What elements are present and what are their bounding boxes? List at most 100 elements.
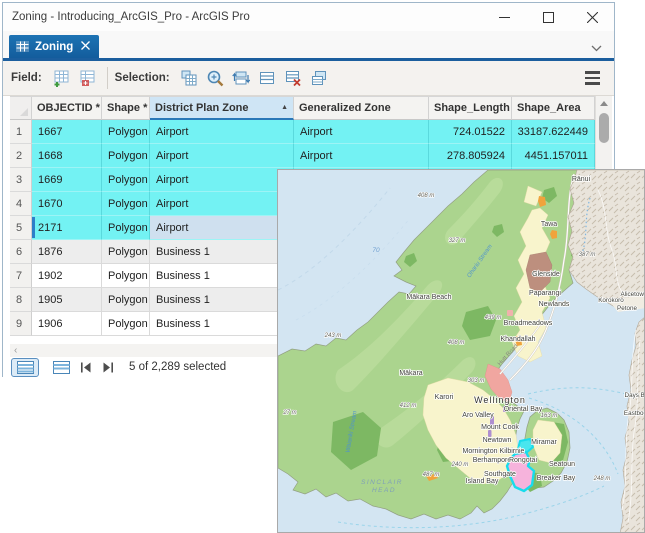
scrollbar-thumb[interactable] [599,113,609,143]
select-all-icon[interactable] [256,67,278,89]
objectid-cell[interactable]: 1876 [32,240,102,264]
district-plan-zone-cell[interactable]: Business 1 [150,264,294,288]
shape-area-cell[interactable]: 4451.157011 [512,144,595,168]
shape-cell[interactable]: Polygon [102,264,150,288]
objectid-cell[interactable]: 1906 [32,312,102,336]
map-label: Kilbirnie [500,448,525,455]
shape-cell[interactable]: Polygon [102,288,150,312]
map-label: 439 m [485,315,502,321]
district-plan-zone-cell[interactable]: Business 1 [150,240,294,264]
map-label: 163 m [541,413,558,419]
selection-group-label: Selection: [115,72,170,84]
col-header-shape-length[interactable]: Shape_Length [429,97,512,120]
shape-cell[interactable]: Polygon [102,168,150,192]
sort-ascending-icon: ▲ [281,104,288,111]
table-row[interactable]: 11667PolygonAirportAirport724.0152233187… [10,120,595,144]
row-number-cell[interactable]: 6 [10,240,32,264]
row-number-cell[interactable]: 9 [10,312,32,336]
scroll-left-icon[interactable]: ‹ [14,345,17,356]
row-number-cell[interactable]: 5 [10,216,32,240]
map-label: Mornington [462,448,497,455]
chevron-down-icon[interactable] [591,39,602,57]
map-label: 303 m [468,378,485,384]
objectid-cell[interactable]: 1905 [32,288,102,312]
map-view-window[interactable]: RānuiTawaGlensidePaparangiNewlandsMākara… [277,169,645,533]
col-header-district-plan-zone[interactable]: District Plan Zone ▲ [150,97,294,120]
shape-cell[interactable]: Polygon [102,144,150,168]
map-label: Newlands [539,301,570,308]
objectid-cell[interactable]: 1670 [32,192,102,216]
show-selected-records-button[interactable] [47,358,75,377]
map-canvas[interactable]: RānuiTawaGlensidePaparangiNewlandsMākara… [278,170,645,533]
row-number-cell[interactable]: 2 [10,144,32,168]
map-label: Broadmeadows [504,320,553,327]
objectid-cell[interactable]: 1667 [32,120,102,144]
map-label: 27 m [282,410,296,416]
tab-label: Zoning [35,41,73,53]
shape-cell[interactable]: Polygon [102,120,150,144]
district-plan-zone-cell[interactable]: Business 1 [150,288,294,312]
hamburger-menu-icon[interactable] [579,67,606,89]
col-header-shape-area[interactable]: Shape_Area [512,97,595,120]
shape-length-cell[interactable]: 278.805924 [429,144,512,168]
maximize-button[interactable] [526,3,570,31]
scroll-up-icon[interactable] [600,101,608,106]
col-header-generalized-zone[interactable]: Generalized Zone [294,97,429,120]
map-label: Oriental Bay [504,406,543,413]
map-label: Breaker Bay [537,475,576,482]
add-field-icon[interactable] [50,67,72,89]
objectid-cell[interactable]: 1902 [32,264,102,288]
row-number-cell[interactable]: 8 [10,288,32,312]
copy-rows-icon[interactable] [308,67,330,89]
tab-close-icon[interactable] [81,41,90,53]
close-button[interactable] [570,3,614,31]
tab-zoning[interactable]: Zoning [9,35,99,58]
shape-cell[interactable]: Polygon [102,312,150,336]
row-number-cell[interactable]: 1 [10,120,32,144]
show-all-records-button[interactable] [11,358,39,377]
district-plan-zone-cell[interactable]: Airport [150,144,294,168]
titlebar[interactable]: Zoning - Introducing_ArcGIS_Pro - ArcGIS… [3,3,614,31]
shape-area-cell[interactable]: 33187.622449 [512,120,595,144]
row-number-cell[interactable]: 4 [10,192,32,216]
objectid-cell[interactable]: 2171 [32,216,102,240]
clear-selection-icon[interactable] [282,67,304,89]
map-label: 240 m [451,462,469,468]
col-header-objectid[interactable]: OBJECTID * [32,97,102,120]
switch-selection-icon[interactable] [230,67,252,89]
map-label: 70 [372,247,380,254]
shape-cell[interactable]: Polygon [102,216,150,240]
generalized-zone-cell[interactable]: Airport [294,120,429,144]
map-label: Glenside [532,271,560,278]
first-record-button[interactable] [80,362,92,373]
map-label: 412 m [400,403,417,409]
map-label: Days Bay [625,392,645,399]
objectid-cell[interactable]: 1668 [32,144,102,168]
district-plan-zone-cell[interactable]: Airport [150,120,294,144]
row-number-cell[interactable]: 7 [10,264,32,288]
shape-cell[interactable]: Polygon [102,240,150,264]
calculate-field-icon[interactable] [76,67,98,89]
district-plan-zone-cell[interactable]: Airport [150,216,294,240]
table-row[interactable]: 21668PolygonAirportAirport278.8059244451… [10,144,595,168]
select-by-attributes-icon[interactable] [178,67,200,89]
district-plan-zone-cell[interactable]: Business 1 [150,312,294,336]
col-header-shape[interactable]: Shape * [102,97,150,120]
row-number-cell[interactable]: 3 [10,168,32,192]
shape-length-cell[interactable]: 724.01522 [429,120,512,144]
objectid-cell[interactable]: 1669 [32,168,102,192]
tab-strip: Zoning [3,31,614,61]
minimize-icon [499,12,510,23]
district-plan-zone-cell[interactable]: Airport [150,192,294,216]
shape-cell[interactable]: Polygon [102,192,150,216]
current-row-indicator [32,217,35,238]
table-grid-icon [16,41,29,52]
window-title: Zoning - Introducing_ArcGIS_Pro - ArcGIS… [12,11,250,23]
select-all-corner[interactable] [10,97,32,120]
minimize-button[interactable] [482,3,526,31]
screenshot-canvas: Zoning - Introducing_ArcGIS_Pro - ArcGIS… [0,0,645,533]
last-record-button[interactable] [102,362,114,373]
generalized-zone-cell[interactable]: Airport [294,144,429,168]
zoom-to-selection-icon[interactable] [204,67,226,89]
district-plan-zone-cell[interactable]: Airport [150,168,294,192]
